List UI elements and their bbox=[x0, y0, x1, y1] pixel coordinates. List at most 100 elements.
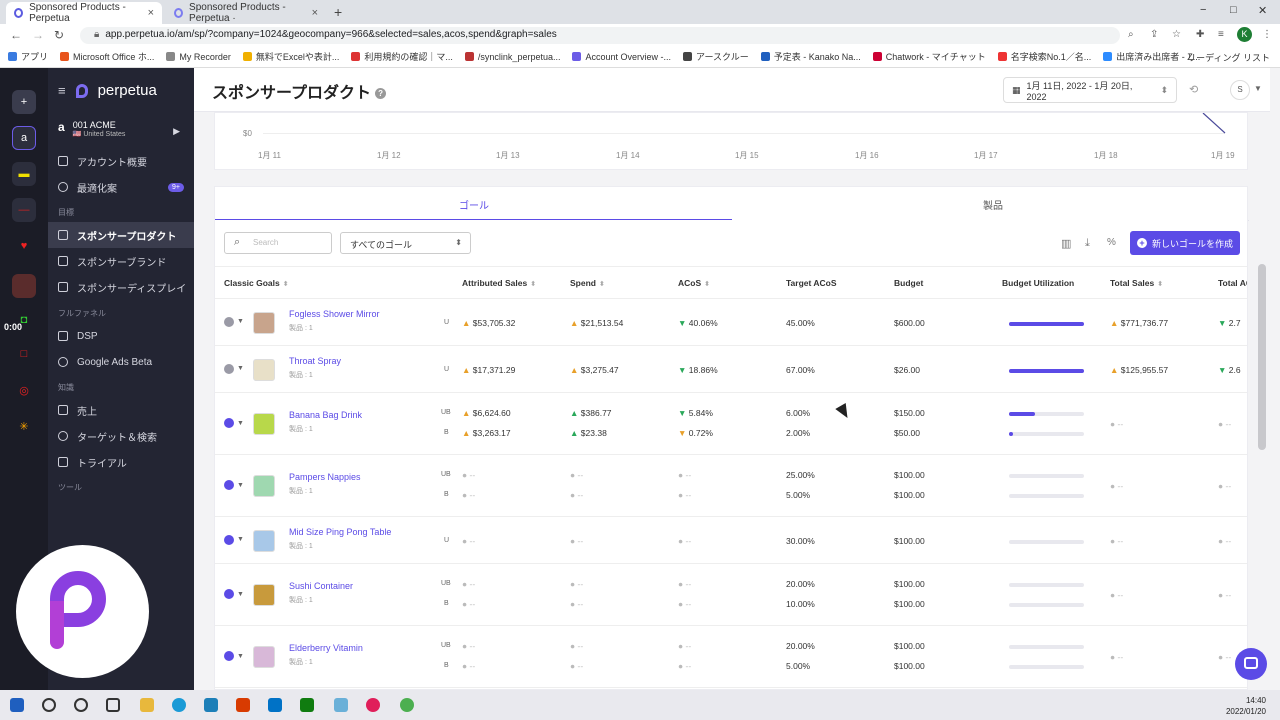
download-icon[interactable]: ⤓ bbox=[1085, 237, 1090, 250]
windows-start-icon[interactable] bbox=[10, 698, 24, 712]
slack-icon[interactable] bbox=[366, 698, 380, 712]
chevron-down-icon[interactable]: ▼ bbox=[237, 365, 244, 372]
chevron-down-icon[interactable]: ▼ bbox=[237, 536, 244, 543]
sidebar-item-google-ads[interactable]: Google Ads Beta bbox=[48, 349, 194, 375]
lock-app-icon[interactable]: ◘ bbox=[12, 308, 36, 332]
bookmark-item[interactable]: Microsoft Office ホ... bbox=[60, 50, 154, 63]
reading-list[interactable]: リーディング リスト bbox=[1187, 51, 1270, 64]
search-icon[interactable]: ⌕ bbox=[1128, 29, 1134, 40]
scrollbar[interactable] bbox=[1258, 264, 1266, 450]
play-icon[interactable] bbox=[224, 534, 234, 545]
heart-app-icon[interactable]: ♥ bbox=[12, 234, 36, 258]
chat-support-button[interactable] bbox=[1235, 648, 1267, 680]
search-input[interactable]: ⌕ Search bbox=[224, 232, 332, 254]
extensions-icon[interactable]: ✚ bbox=[1196, 29, 1204, 40]
profile-avatar[interactable]: K bbox=[1237, 27, 1252, 42]
play-icon[interactable] bbox=[224, 589, 234, 599]
sidebar-item-dsp[interactable]: DSP bbox=[48, 323, 194, 349]
close-window-button[interactable]: ✕ bbox=[1258, 4, 1267, 17]
menu-icon[interactable]: ≡ bbox=[58, 83, 66, 98]
bookmark-item[interactable]: 名字検索No.1／名... bbox=[997, 50, 1091, 63]
goal-controls[interactable]: ▼ bbox=[224, 418, 244, 428]
play-icon[interactable] bbox=[224, 651, 234, 661]
star-icon[interactable]: ☆ bbox=[1172, 29, 1181, 40]
minimize-button[interactable]: − bbox=[1200, 4, 1206, 16]
app-icon[interactable] bbox=[334, 698, 348, 712]
back-icon[interactable]: ← bbox=[10, 28, 22, 42]
product-name-link[interactable]: Pampers Nappies bbox=[289, 472, 361, 482]
file-explorer-icon[interactable] bbox=[140, 698, 154, 712]
table-row[interactable]: ▼ Pampers Nappies 製品 : 1 UB ● -- ● -- ● -- 25.0… bbox=[215, 455, 1247, 517]
sidebar-item-recommendations[interactable]: 最適化案 9+ bbox=[48, 174, 194, 200]
walmart-icon[interactable]: ✳ bbox=[12, 414, 36, 438]
chevron-down-icon[interactable]: ▼ bbox=[1254, 84, 1262, 93]
column-header[interactable]: Attributed Sales ⬍ bbox=[462, 278, 536, 288]
tab-products[interactable]: 製品 bbox=[983, 197, 1003, 212]
brand-logo[interactable]: ≡ perpetua bbox=[58, 82, 157, 99]
app-icon[interactable] bbox=[300, 698, 314, 712]
share-icon[interactable]: ⇪ bbox=[1150, 29, 1158, 40]
browser-tab[interactable]: Sponsored Products - Perpetua · × bbox=[166, 2, 326, 24]
sidebar-item-sponsored-display[interactable]: スポンサーディスプレイ bbox=[48, 274, 194, 300]
goal-controls[interactable]: ▼ bbox=[224, 316, 244, 327]
add-icon[interactable]: + bbox=[12, 90, 36, 114]
sidebar-item-account-overview[interactable]: アカウント概要 bbox=[48, 148, 194, 174]
sidebar-item-trial[interactable]: トライアル bbox=[48, 449, 194, 475]
play-icon[interactable] bbox=[224, 418, 234, 428]
table-row[interactable]: ▼ Elderberry Vitamin 製品 : 1 UB ● -- ● -- ● -- 2… bbox=[215, 626, 1247, 688]
more-icon[interactable]: ⋮ bbox=[1262, 29, 1272, 40]
bookmark-item[interactable]: Chatwork - マイチャット bbox=[872, 50, 986, 63]
chevron-down-icon[interactable]: ▼ bbox=[237, 653, 244, 660]
goal-controls[interactable]: ▼ bbox=[224, 363, 244, 374]
goal-filter-select[interactable]: すべてのゴール ⬍ bbox=[340, 232, 471, 254]
play-icon[interactable] bbox=[224, 480, 234, 490]
create-goal-button[interactable]: + 新しいゴールを作成 bbox=[1130, 231, 1240, 255]
chevron-down-icon[interactable]: ▼ bbox=[237, 482, 244, 489]
date-range-picker[interactable]: ▦ 1月 11日, 2022 - 1月 20日, 2022 ⬍ bbox=[1003, 77, 1177, 103]
bookmark-item[interactable]: 予定表 - Kanako Na... bbox=[760, 50, 861, 63]
percent-toggle[interactable]: % bbox=[1107, 237, 1116, 248]
help-icon[interactable]: ? bbox=[375, 88, 387, 100]
goal-controls[interactable]: ▼ bbox=[224, 589, 244, 599]
pause-icon[interactable] bbox=[224, 363, 234, 374]
edge-icon[interactable] bbox=[172, 698, 186, 712]
sidebar-item-sponsored-brands[interactable]: スポンサーブランド bbox=[48, 248, 194, 274]
app-icon[interactable] bbox=[12, 274, 36, 298]
product-name-link[interactable]: Elderberry Vitamin bbox=[289, 643, 363, 653]
product-name-link[interactable]: Mid Size Ping Pong Table bbox=[289, 527, 391, 537]
reload-icon[interactable]: ↻ bbox=[54, 28, 64, 42]
user-avatar[interactable]: S bbox=[1230, 80, 1250, 100]
reading-mode-icon[interactable]: ≡ bbox=[1218, 29, 1224, 40]
bookmark-item[interactable]: 無料でExcelや表計... bbox=[242, 50, 339, 63]
bookmark-item[interactable]: Account Overview -... bbox=[572, 52, 671, 62]
cortana-icon[interactable] bbox=[74, 698, 88, 712]
search-icon[interactable] bbox=[42, 698, 56, 712]
red-app-icon[interactable]: — bbox=[12, 198, 36, 222]
column-header[interactable]: Total Sales ⬍ bbox=[1110, 278, 1163, 288]
product-name-link[interactable]: Throat Spray bbox=[289, 356, 341, 366]
target-app-icon[interactable]: ◎ bbox=[12, 378, 36, 402]
product-name-link[interactable]: Fogless Shower Mirror bbox=[289, 309, 380, 319]
maximize-button[interactable]: □ bbox=[1230, 4, 1237, 16]
browser-tab-active[interactable]: Sponsored Products - Perpetua × bbox=[6, 2, 162, 24]
column-header[interactable]: ACoS ⬍ bbox=[678, 278, 710, 288]
sidebar-item-sponsored-products[interactable]: スポンサープロダクト bbox=[48, 222, 194, 248]
mail-icon[interactable] bbox=[268, 698, 282, 712]
column-header[interactable]: Budget bbox=[894, 278, 923, 288]
chevron-down-icon[interactable]: ▼ bbox=[237, 420, 244, 427]
url-field[interactable]: 🔒︎ app.perpetua.io/am/sp/?company=1024&ge… bbox=[80, 27, 1120, 44]
table-row[interactable]: ▼ Fogless Shower Mirror 製品 : 1 U ▲ $53,705.3… bbox=[215, 299, 1247, 346]
close-tab-icon[interactable]: × bbox=[148, 7, 154, 19]
square-app-icon[interactable]: □ bbox=[12, 342, 36, 366]
bookmark-item[interactable]: アプリ bbox=[8, 50, 48, 63]
chrome-icon[interactable] bbox=[400, 698, 414, 712]
column-header[interactable]: Budget Utilization bbox=[1002, 278, 1074, 288]
chevron-down-icon[interactable]: ▼ bbox=[237, 318, 244, 325]
sidebar-item-sales[interactable]: 売上 bbox=[48, 397, 194, 423]
amazon-icon[interactable]: a bbox=[12, 126, 36, 150]
yellow-app-icon[interactable]: ▬ bbox=[12, 162, 36, 186]
product-name-link[interactable]: Sushi Container bbox=[289, 581, 353, 591]
table-row[interactable]: ▼ Throat Spray 製品 : 1 U ▲ $17,371.29 ▲ $3,275… bbox=[215, 346, 1247, 393]
new-tab-button[interactable]: + bbox=[334, 4, 342, 20]
goal-controls[interactable]: ▼ bbox=[224, 651, 244, 661]
